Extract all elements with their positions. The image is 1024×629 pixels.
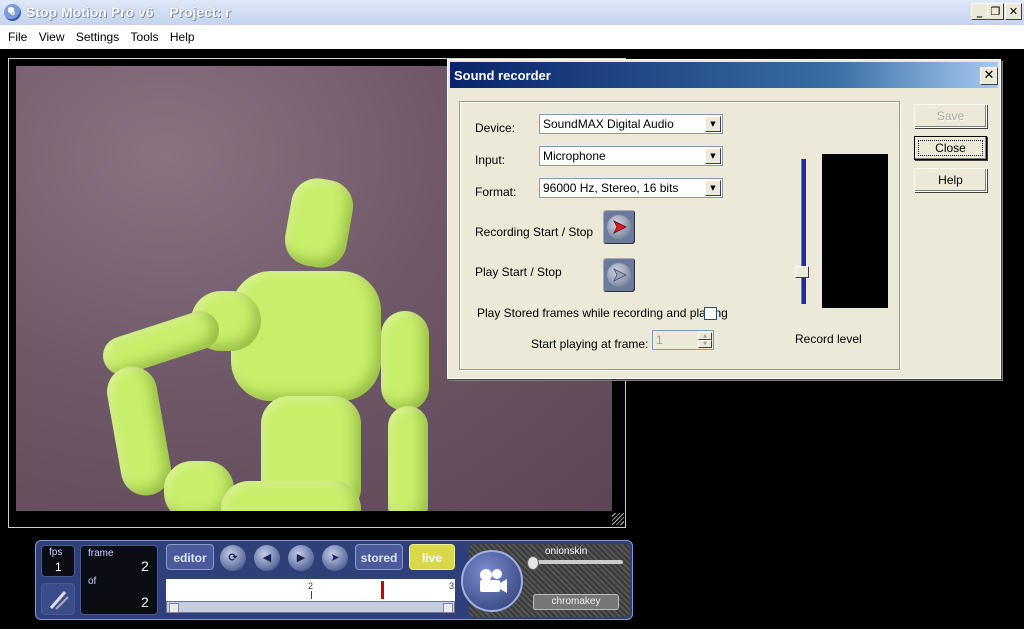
device-value: SoundMAX Digital Audio — [543, 117, 674, 131]
figure-forearm-right — [388, 406, 428, 511]
close-window-button[interactable]: ✕ — [1005, 3, 1022, 20]
menu-tools[interactable]: Tools — [127, 25, 163, 49]
help-button[interactable]: Help — [914, 168, 987, 192]
record-level-meter — [822, 154, 888, 308]
title-bar: 6 Stop Motion Pro v6 Project: r _ ❐ ✕ — [0, 0, 1024, 25]
format-select[interactable]: 96000 Hz, Stereo, 16 bits ▼ — [539, 178, 723, 198]
input-select[interactable]: Microphone ▼ — [539, 146, 723, 166]
frame-value: 2 — [141, 558, 149, 574]
close-button[interactable]: Close — [914, 136, 987, 160]
figure-arm-left — [98, 306, 224, 380]
sound-recorder-dialog: Sound recorder ✕ Device: SoundMAX Digita… — [447, 59, 1001, 379]
window-title: Stop Motion Pro v6 Project: r — [26, 4, 231, 20]
onionskin-label: onionskin — [545, 546, 588, 557]
menu-help[interactable]: Help — [166, 25, 199, 49]
fps-value: 1 — [55, 560, 62, 574]
start-frame-label: Start playing at frame: — [531, 337, 649, 351]
chevron-down-icon[interactable]: ▼ — [705, 116, 721, 132]
tools-button[interactable] — [41, 583, 75, 615]
step-back-icon[interactable]: ◀ — [254, 545, 280, 571]
tools-icon — [49, 591, 69, 610]
dialog-close-icon[interactable]: ✕ — [980, 67, 998, 85]
input-value: Microphone — [543, 149, 606, 163]
recording-label: Recording Start / Stop — [475, 225, 594, 239]
of-value: 2 — [141, 594, 149, 610]
scroll-start-handle[interactable] — [169, 603, 179, 613]
resize-grip[interactable] — [612, 513, 624, 525]
record-level-label: Record level — [795, 332, 862, 346]
stored-button[interactable]: stored — [355, 544, 403, 570]
step-forward-icon[interactable]: ▶ — [288, 545, 314, 571]
capture-control-panel: fps 1 frame 2 of 2 editor ⟳ ◀ ▶ ➤ stored… — [35, 540, 633, 620]
onionskin-slider-thumb[interactable] — [527, 556, 539, 570]
chromakey-button[interactable]: chromakey — [533, 594, 619, 610]
spin-down-icon[interactable]: ▼ — [698, 340, 712, 348]
restore-button[interactable]: ❐ — [987, 3, 1004, 20]
figure-arm-right — [381, 311, 429, 411]
play-label: Play Start / Stop — [475, 265, 562, 279]
record-level-slider-track[interactable] — [801, 159, 806, 304]
play-icon[interactable]: ➤ — [322, 545, 348, 571]
timeline-tick — [311, 591, 312, 599]
spin-up-icon[interactable]: ▲ — [698, 332, 712, 340]
editor-button[interactable]: editor — [166, 544, 214, 570]
menu-view[interactable]: View — [35, 25, 69, 49]
dialog-title-bar[interactable]: Sound recorder ✕ — [450, 62, 998, 88]
dialog-title: Sound recorder — [454, 68, 551, 83]
live-button[interactable]: live — [409, 544, 455, 570]
timeline-end-label: 3 — [449, 581, 455, 591]
menu-settings[interactable]: Settings — [72, 25, 123, 49]
timeline[interactable]: 2 3 — [166, 579, 455, 601]
chevron-down-icon[interactable]: ▼ — [705, 180, 721, 196]
record-icon — [607, 215, 631, 239]
start-frame-value: 1 — [656, 333, 663, 347]
record-start-stop-button[interactable] — [603, 210, 635, 244]
of-label: of — [88, 576, 97, 587]
timeline-scrollbar[interactable] — [166, 601, 455, 613]
fps-label: fps — [49, 547, 63, 558]
camera-controls-area: onionskin chromakey — [461, 544, 630, 617]
camera-icon — [480, 569, 507, 593]
recorder-settings-group: Device: SoundMAX Digital Audio ▼ Input: … — [459, 101, 900, 370]
stored-frames-label: Play Stored frames while recording and p… — [477, 306, 728, 320]
start-frame-spinner[interactable]: 1 ▲ ▼ — [652, 330, 714, 350]
figure-hips — [221, 481, 361, 511]
chevron-down-icon[interactable]: ▼ — [705, 148, 721, 164]
record-level-slider-thumb[interactable] — [795, 266, 809, 278]
scroll-end-handle[interactable] — [443, 603, 453, 613]
frame-label: frame — [88, 548, 114, 559]
app-icon[interactable]: 6 — [4, 4, 21, 21]
onionskin-slider-track[interactable] — [527, 560, 623, 564]
play-icon — [607, 263, 631, 287]
figure-forearm-left — [103, 362, 175, 500]
frame-counter: frame 2 of 2 — [80, 545, 158, 615]
format-value: 96000 Hz, Stereo, 16 bits — [543, 181, 679, 195]
save-button[interactable]: Save — [914, 104, 987, 128]
device-select[interactable]: SoundMAX Digital Audio ▼ — [539, 114, 723, 134]
figure-head — [280, 174, 358, 272]
stored-frames-checkbox[interactable] — [704, 307, 717, 320]
menu-file[interactable]: File — [4, 25, 31, 49]
capture-button[interactable] — [461, 550, 523, 612]
input-label: Input: — [475, 153, 506, 167]
play-start-stop-button[interactable] — [603, 258, 635, 292]
format-label: Format: — [475, 185, 517, 199]
loop-icon[interactable]: ⟳ — [220, 545, 246, 571]
timeline-playhead[interactable] — [381, 581, 384, 599]
device-label: Device: — [475, 121, 516, 135]
fps-box[interactable]: fps 1 — [41, 545, 75, 577]
menu-bar: File View Settings Tools Help — [0, 25, 1024, 49]
timeline-tick-label: 2 — [308, 581, 314, 591]
minimize-button[interactable]: _ — [971, 3, 988, 20]
